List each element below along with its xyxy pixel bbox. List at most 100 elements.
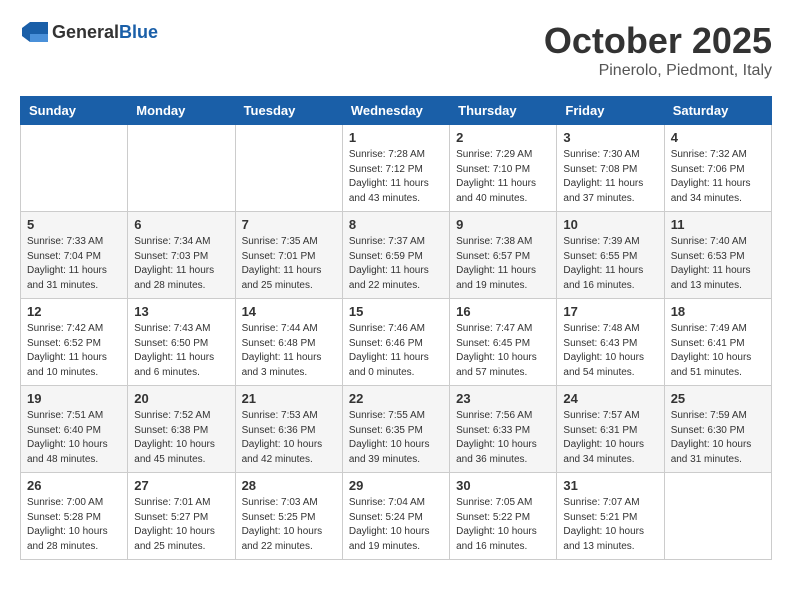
day-info: Sunrise: 7:05 AM Sunset: 5:22 PM Dayligh… xyxy=(456,496,550,554)
calendar-table: SundayMondayTuesdayWednesdayThursdayFrid… xyxy=(20,96,772,560)
calendar-cell: 3 Sunrise: 7:30 AM Sunset: 7:08 PM Daylig… xyxy=(557,125,664,212)
logo-icon xyxy=(20,20,50,44)
calendar-header-sunday: Sunday xyxy=(21,97,128,125)
day-number: 17 xyxy=(563,304,657,319)
day-number: 22 xyxy=(349,391,443,406)
calendar-cell xyxy=(664,473,771,560)
day-number: 7 xyxy=(242,217,336,232)
day-info: Sunrise: 7:01 AM Sunset: 5:27 PM Dayligh… xyxy=(134,496,228,554)
calendar-header-row: SundayMondayTuesdayWednesdayThursdayFrid… xyxy=(21,97,772,125)
calendar-cell: 20Sunrise: 7:52 AM Sunset: 6:38 PM Dayli… xyxy=(128,386,235,473)
day-number: 8 xyxy=(349,217,443,232)
calendar-cell: 8 Sunrise: 7:37 AM Sunset: 6:59 PM Daylig… xyxy=(342,212,449,299)
day-info: Sunrise: 7:44 AM Sunset: 6:48 PM Dayligh… xyxy=(242,322,336,380)
calendar-header-wednesday: Wednesday xyxy=(342,97,449,125)
day-number: 28 xyxy=(242,478,336,493)
logo-general: General xyxy=(52,22,119,42)
calendar-cell: 19 Sunrise: 7:51 AM Sunset: 6:40 PM Dayli… xyxy=(21,386,128,473)
title-block: October 2025 Pinerolo, Piedmont, Italy xyxy=(544,20,772,80)
calendar-cell: 17 Sunrise: 7:48 AM Sunset: 6:43 PM Dayli… xyxy=(557,299,664,386)
day-info: Sunrise: 7:59 AM Sunset: 6:30 PM Dayligh… xyxy=(671,409,765,467)
day-info: Sunrise: 7:29 AM Sunset: 7:10 PM Dayligh… xyxy=(456,148,550,206)
calendar-cell: 13 Sunrise: 7:43 AM Sunset: 6:50 PM Dayli… xyxy=(128,299,235,386)
calendar-cell: 25 Sunrise: 7:59 AM Sunset: 6:30 PM Dayli… xyxy=(664,386,771,473)
day-info: Sunrise: 7:07 AM Sunset: 5:21 PM Dayligh… xyxy=(563,496,657,554)
day-number: 15 xyxy=(349,304,443,319)
day-info: Sunrise: 7:35 AM Sunset: 7:01 PM Dayligh… xyxy=(242,235,336,293)
calendar-cell: 5Sunrise: 7:33 AM Sunset: 7:04 PM Daylig… xyxy=(21,212,128,299)
day-number: 3 xyxy=(563,130,657,145)
calendar-cell: 11 Sunrise: 7:40 AM Sunset: 6:53 PM Dayli… xyxy=(664,212,771,299)
calendar-week-row: 12Sunrise: 7:42 AM Sunset: 6:52 PM Dayli… xyxy=(21,299,772,386)
calendar-cell: 7 Sunrise: 7:35 AM Sunset: 7:01 PM Daylig… xyxy=(235,212,342,299)
day-number: 25 xyxy=(671,391,765,406)
calendar-cell: 2 Sunrise: 7:29 AM Sunset: 7:10 PM Daylig… xyxy=(450,125,557,212)
day-number: 19 xyxy=(27,391,121,406)
day-info: Sunrise: 7:53 AM Sunset: 6:36 PM Dayligh… xyxy=(242,409,336,467)
calendar-cell: 12Sunrise: 7:42 AM Sunset: 6:52 PM Dayli… xyxy=(21,299,128,386)
day-info: Sunrise: 7:39 AM Sunset: 6:55 PM Dayligh… xyxy=(563,235,657,293)
calendar-cell: 10 Sunrise: 7:39 AM Sunset: 6:55 PM Dayli… xyxy=(557,212,664,299)
day-info: Sunrise: 7:48 AM Sunset: 6:43 PM Dayligh… xyxy=(563,322,657,380)
calendar-cell: 24 Sunrise: 7:57 AM Sunset: 6:31 PM Dayli… xyxy=(557,386,664,473)
day-number: 29 xyxy=(349,478,443,493)
day-number: 20 xyxy=(134,391,228,406)
calendar-cell: 31Sunrise: 7:07 AM Sunset: 5:21 PM Dayli… xyxy=(557,473,664,560)
calendar-cell xyxy=(21,125,128,212)
day-number: 27 xyxy=(134,478,228,493)
day-number: 16 xyxy=(456,304,550,319)
day-number: 1 xyxy=(349,130,443,145)
calendar-week-row: 1 Sunrise: 7:28 AM Sunset: 7:12 PM Daylig… xyxy=(21,125,772,212)
calendar-cell: 26 Sunrise: 7:00 AM Sunset: 5:28 PM Dayli… xyxy=(21,473,128,560)
day-number: 11 xyxy=(671,217,765,232)
day-info: Sunrise: 7:51 AM Sunset: 6:40 PM Dayligh… xyxy=(27,409,121,467)
day-info: Sunrise: 7:00 AM Sunset: 5:28 PM Dayligh… xyxy=(27,496,121,554)
calendar-cell: 16 Sunrise: 7:47 AM Sunset: 6:45 PM Dayli… xyxy=(450,299,557,386)
calendar-cell: 27 Sunrise: 7:01 AM Sunset: 5:27 PM Dayli… xyxy=(128,473,235,560)
calendar-cell: 15 Sunrise: 7:46 AM Sunset: 6:46 PM Dayli… xyxy=(342,299,449,386)
day-number: 9 xyxy=(456,217,550,232)
day-number: 21 xyxy=(242,391,336,406)
day-number: 13 xyxy=(134,304,228,319)
day-info: Sunrise: 7:30 AM Sunset: 7:08 PM Dayligh… xyxy=(563,148,657,206)
calendar-week-row: 5Sunrise: 7:33 AM Sunset: 7:04 PM Daylig… xyxy=(21,212,772,299)
day-info: Sunrise: 7:37 AM Sunset: 6:59 PM Dayligh… xyxy=(349,235,443,293)
day-number: 10 xyxy=(563,217,657,232)
calendar-cell: 4 Sunrise: 7:32 AM Sunset: 7:06 PM Daylig… xyxy=(664,125,771,212)
calendar-cell: 21 Sunrise: 7:53 AM Sunset: 6:36 PM Dayli… xyxy=(235,386,342,473)
day-number: 4 xyxy=(671,130,765,145)
day-number: 6 xyxy=(134,217,228,232)
day-number: 24 xyxy=(563,391,657,406)
calendar-cell: 22 Sunrise: 7:55 AM Sunset: 6:35 PM Dayli… xyxy=(342,386,449,473)
day-info: Sunrise: 7:28 AM Sunset: 7:12 PM Dayligh… xyxy=(349,148,443,206)
day-info: Sunrise: 7:34 AM Sunset: 7:03 PM Dayligh… xyxy=(134,235,228,293)
day-number: 2 xyxy=(456,130,550,145)
day-number: 30 xyxy=(456,478,550,493)
logo: GeneralBlue xyxy=(20,20,158,44)
calendar-cell: 18 Sunrise: 7:49 AM Sunset: 6:41 PM Dayli… xyxy=(664,299,771,386)
calendar-cell xyxy=(235,125,342,212)
calendar-cell: 1 Sunrise: 7:28 AM Sunset: 7:12 PM Daylig… xyxy=(342,125,449,212)
day-info: Sunrise: 7:32 AM Sunset: 7:06 PM Dayligh… xyxy=(671,148,765,206)
calendar-cell: 30 Sunrise: 7:05 AM Sunset: 5:22 PM Dayli… xyxy=(450,473,557,560)
day-info: Sunrise: 7:04 AM Sunset: 5:24 PM Dayligh… xyxy=(349,496,443,554)
calendar-cell: 28Sunrise: 7:03 AM Sunset: 5:25 PM Dayli… xyxy=(235,473,342,560)
calendar-cell xyxy=(128,125,235,212)
day-info: Sunrise: 7:40 AM Sunset: 6:53 PM Dayligh… xyxy=(671,235,765,293)
page-header: GeneralBlue October 2025 Pinerolo, Piedm… xyxy=(20,20,772,80)
day-info: Sunrise: 7:55 AM Sunset: 6:35 PM Dayligh… xyxy=(349,409,443,467)
day-info: Sunrise: 7:47 AM Sunset: 6:45 PM Dayligh… xyxy=(456,322,550,380)
day-number: 18 xyxy=(671,304,765,319)
day-info: Sunrise: 7:57 AM Sunset: 6:31 PM Dayligh… xyxy=(563,409,657,467)
day-number: 26 xyxy=(27,478,121,493)
day-info: Sunrise: 7:49 AM Sunset: 6:41 PM Dayligh… xyxy=(671,322,765,380)
calendar-cell: 9Sunrise: 7:38 AM Sunset: 6:57 PM Daylig… xyxy=(450,212,557,299)
day-number: 5 xyxy=(27,217,121,232)
calendar-header-monday: Monday xyxy=(128,97,235,125)
day-number: 12 xyxy=(27,304,121,319)
calendar-cell: 23Sunrise: 7:56 AM Sunset: 6:33 PM Dayli… xyxy=(450,386,557,473)
day-info: Sunrise: 7:43 AM Sunset: 6:50 PM Dayligh… xyxy=(134,322,228,380)
calendar-week-row: 26 Sunrise: 7:00 AM Sunset: 5:28 PM Dayli… xyxy=(21,473,772,560)
day-info: Sunrise: 7:46 AM Sunset: 6:46 PM Dayligh… xyxy=(349,322,443,380)
calendar-cell: 29 Sunrise: 7:04 AM Sunset: 5:24 PM Dayli… xyxy=(342,473,449,560)
